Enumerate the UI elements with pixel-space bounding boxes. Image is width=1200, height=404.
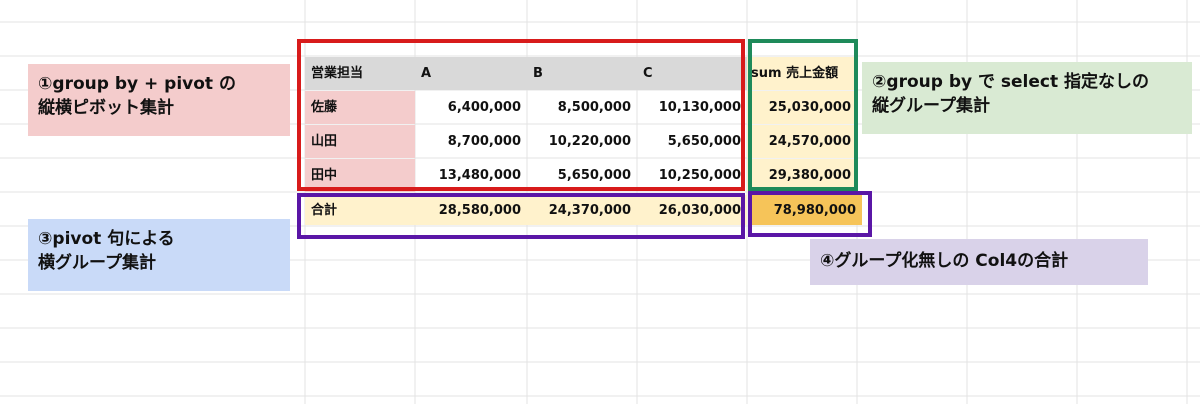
pivot-highlight-box [297, 39, 745, 191]
note-pivot: ③pivot 句による 横グループ集計 [28, 219, 290, 291]
note-group-by: ②group by で select 指定なしの 縦グループ集計 [862, 62, 1192, 134]
group-by-highlight-box [748, 39, 858, 191]
note-no-group: ④グループ化無しの Col4の合計 [810, 239, 1148, 285]
pivot-total-highlight-box [297, 193, 745, 239]
grand-total-highlight-box [748, 191, 872, 237]
note-group-by-pivot: ①group by + pivot の 縦横ピボット集計 [28, 64, 290, 136]
